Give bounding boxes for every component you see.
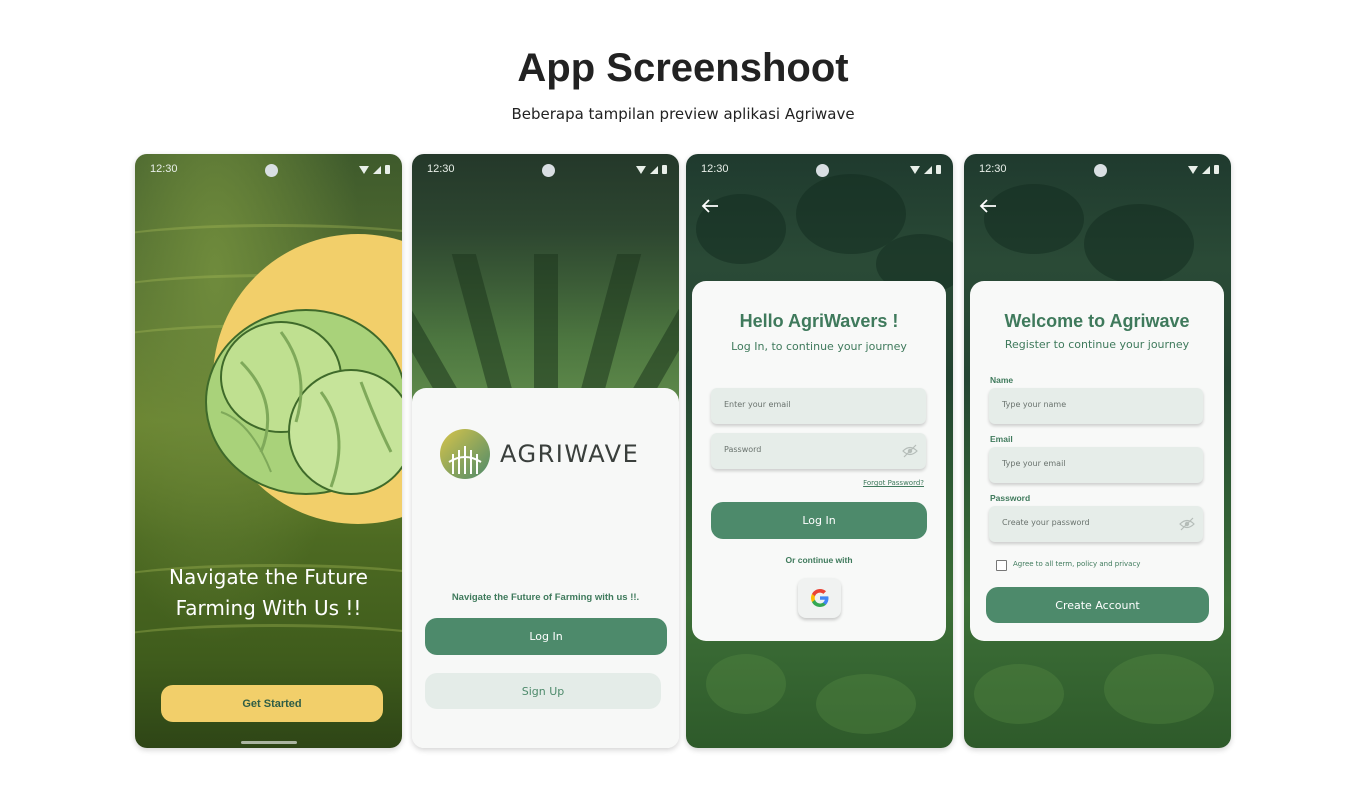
wifi-icon <box>1188 165 1198 174</box>
leaf-blob <box>974 664 1064 724</box>
signup-button[interactable]: Sign Up <box>425 673 661 709</box>
crop-row <box>451 254 516 404</box>
login-title: Hello AgriWavers ! <box>739 311 899 331</box>
headline-line2: Farming With Us !! <box>175 596 362 620</box>
phone-login-screen: 12:30 Hello AgriWavers ! Log In, to cont… <box>686 154 953 748</box>
google-icon <box>810 589 828 607</box>
eye-off-icon[interactable] <box>902 444 918 458</box>
page-subtitle: Beberapa tampilan preview aplikasi Agriw… <box>511 105 855 123</box>
wifi-icon <box>359 165 369 174</box>
camera-dot <box>265 164 278 177</box>
leaf-blob <box>816 674 916 734</box>
camera-dot <box>816 164 829 177</box>
page-title: App Screenshoot <box>517 46 849 90</box>
status-icons <box>359 165 390 174</box>
agree-text: Agree to all term, policy and privacy <box>1013 560 1141 568</box>
register-card: Welcome to Agriwave Register to continue… <box>970 281 1224 641</box>
get-started-button[interactable]: Get Started <box>161 685 383 722</box>
signal-icon <box>924 165 932 174</box>
register-subtitle: Register to continue your journey <box>1004 338 1190 351</box>
email-placeholder: Type your email <box>1002 459 1066 468</box>
welcome-card: AGRIWAVE Navigate the Future of Farming … <box>412 388 679 748</box>
name-label: Name <box>990 375 1014 385</box>
phone-onboarding-screen: 12:30 Navigate the Future Farming With U… <box>135 154 402 748</box>
status-bar: 12:30 <box>964 154 1231 186</box>
leaf-blob <box>706 654 786 714</box>
login-card: Hello AgriWavers ! Log In, to continue y… <box>692 281 946 641</box>
create-account-button[interactable]: Create Account <box>986 587 1209 623</box>
phone-register-screen: 12:30 Welcome to Agriwave Register to co… <box>964 154 1231 748</box>
register-title: Welcome to Agriwave <box>1004 311 1190 331</box>
name-placeholder: Type your name <box>1002 400 1067 409</box>
status-time: 12:30 <box>979 163 1007 175</box>
status-time: 12:30 <box>701 163 729 175</box>
signal-icon <box>650 165 658 174</box>
cabbage-illustration <box>205 309 402 495</box>
logo-text: AGRIWAVE <box>500 440 640 468</box>
field-stripe <box>135 624 402 664</box>
forgot-password-link[interactable]: Forgot Password? <box>863 479 924 487</box>
crop-field-photo <box>412 154 679 404</box>
onboarding-headline: Navigate the Future Farming With Us !! <box>135 562 402 624</box>
leaf-blob <box>1104 654 1214 724</box>
name-field[interactable]: Type your name <box>989 388 1203 424</box>
status-icons <box>636 165 667 174</box>
password-field[interactable]: Create your password <box>989 506 1203 542</box>
google-login-button[interactable] <box>798 578 841 618</box>
battery-icon <box>662 165 667 174</box>
battery-icon <box>936 165 941 174</box>
crop-row <box>577 254 642 404</box>
status-icons <box>910 165 941 174</box>
email-label: Email <box>990 434 1013 444</box>
status-time: 12:30 <box>150 163 178 175</box>
tree-blob <box>984 184 1084 254</box>
wifi-icon <box>636 165 646 174</box>
welcome-tagline: Navigate the Future of Farming with us !… <box>451 592 640 603</box>
password-label: Password <box>990 493 1031 503</box>
email-placeholder: Enter your email <box>724 400 791 409</box>
login-button[interactable]: Log In <box>711 502 927 539</box>
password-field[interactable]: Password <box>711 433 926 469</box>
password-placeholder: Create your password <box>1002 518 1090 527</box>
email-field[interactable]: Type your email <box>989 447 1203 483</box>
signal-icon <box>1202 165 1210 174</box>
login-button[interactable]: Log In <box>425 618 667 655</box>
headline-line1: Navigate the Future <box>169 565 368 589</box>
camera-dot <box>542 164 555 177</box>
email-field[interactable]: Enter your email <box>711 388 926 424</box>
crop-row <box>534 254 558 404</box>
battery-icon <box>385 165 390 174</box>
login-subtitle: Log In, to continue your journey <box>731 340 907 353</box>
phone-welcome-screen: 12:30 AGRIWAVE Navigate the Future of Fa… <box>412 154 679 748</box>
tree-blob <box>1084 204 1194 284</box>
home-indicator <box>241 741 297 744</box>
status-time: 12:30 <box>427 163 455 175</box>
status-bar: 12:30 <box>412 154 679 186</box>
eye-off-icon[interactable] <box>1179 517 1195 531</box>
status-icons <box>1188 165 1219 174</box>
status-bar: 12:30 <box>686 154 953 186</box>
back-arrow-icon[interactable] <box>700 196 720 216</box>
password-placeholder: Password <box>724 445 762 454</box>
battery-icon <box>1214 165 1219 174</box>
status-bar: 12:30 <box>135 154 402 186</box>
agriwave-logo-icon <box>440 429 490 479</box>
or-continue-text: Or continue with <box>785 555 853 565</box>
back-arrow-icon[interactable] <box>978 196 998 216</box>
camera-dot <box>1094 164 1107 177</box>
wifi-icon <box>910 165 920 174</box>
agree-checkbox[interactable] <box>996 560 1007 571</box>
signal-icon <box>373 165 381 174</box>
